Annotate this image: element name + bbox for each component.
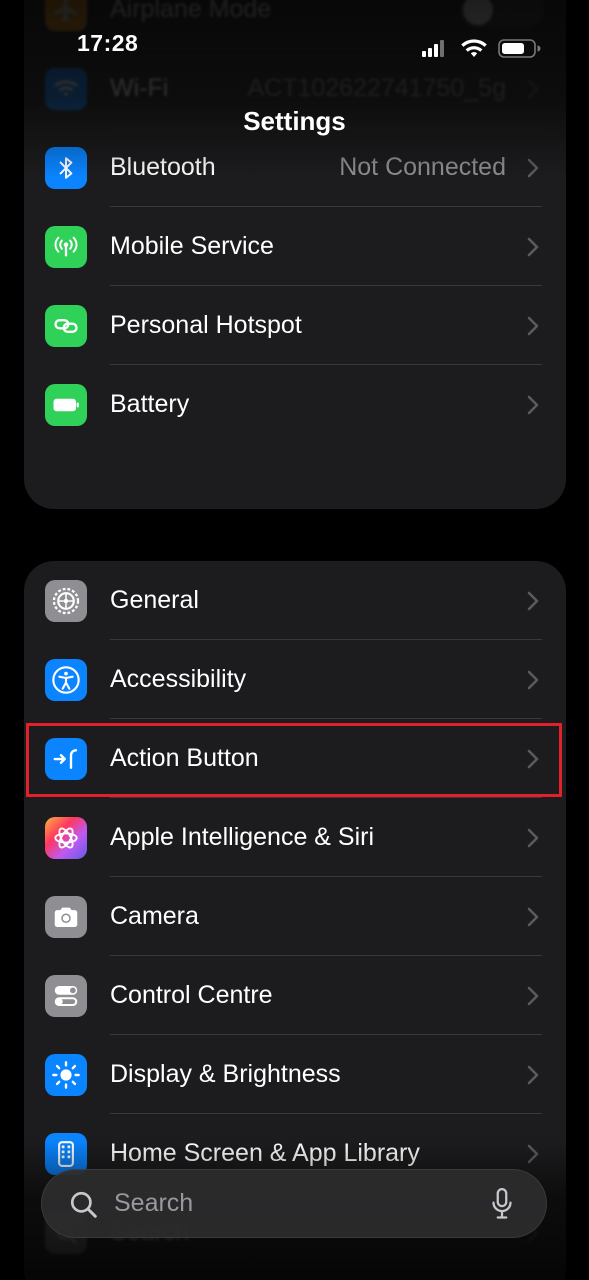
settings-row-label: Personal Hotspot	[110, 311, 302, 339]
settings-row-personal-hotspot[interactable]: Personal Hotspot	[24, 286, 566, 365]
chevron-right-icon	[527, 1144, 539, 1164]
wifi-status-icon	[461, 39, 487, 57]
microphone-icon[interactable]	[490, 1187, 514, 1221]
sun-icon	[45, 1054, 87, 1096]
airplane-icon	[45, 0, 87, 31]
settings-row-label: Display & Brightness	[110, 1060, 341, 1088]
battery-status-icon	[498, 39, 541, 58]
settings-row-control-centre[interactable]: Control Centre	[24, 956, 566, 1035]
toggles-icon	[45, 975, 87, 1017]
settings-row-display-brightness[interactable]: Display & Brightness	[24, 1035, 566, 1114]
chevron-right-icon	[527, 907, 539, 927]
airplane-mode-toggle[interactable]	[460, 0, 544, 28]
settings-row-camera[interactable]: Camera	[24, 877, 566, 956]
settings-screen: Airplane Mode Wi-Fi ACT102622741750_5g B…	[0, 0, 589, 1280]
camera-icon	[45, 896, 87, 938]
search-input[interactable]: Search	[114, 1170, 193, 1237]
settings-row-label: Camera	[110, 902, 199, 930]
chevron-right-icon	[527, 158, 539, 178]
wifi-icon	[45, 68, 87, 110]
chevron-right-icon	[527, 986, 539, 1006]
hotspot-link-icon	[45, 305, 87, 347]
chevron-right-icon	[527, 316, 539, 336]
chevron-right-icon	[527, 237, 539, 257]
settings-row-general[interactable]: General	[24, 561, 566, 640]
antenna-icon	[45, 226, 87, 268]
siri-icon	[45, 817, 87, 859]
chevron-right-icon	[527, 828, 539, 848]
gear-icon	[45, 580, 87, 622]
settings-row-label: Battery	[110, 390, 190, 418]
settings-row-label: Apple Intelligence & Siri	[110, 823, 375, 851]
battery-icon	[45, 384, 87, 426]
cellular-signal-icon	[422, 40, 444, 57]
settings-row-label: Mobile Service	[110, 232, 274, 260]
chevron-right-icon	[527, 79, 539, 99]
connectivity-group: Airplane Mode Wi-Fi ACT102622741750_5g B…	[24, 0, 566, 509]
settings-row-label: Control Centre	[110, 981, 273, 1009]
search-bar[interactable]: Search	[41, 1169, 547, 1238]
bluetooth-icon	[45, 147, 87, 189]
chevron-right-icon	[527, 395, 539, 415]
chevron-right-icon	[527, 670, 539, 690]
settings-row-label: General	[110, 586, 199, 614]
settings-row-apple-intelligence-siri[interactable]: Apple Intelligence & Siri	[24, 798, 566, 877]
status-icons	[420, 36, 542, 60]
search-icon	[70, 1191, 97, 1218]
settings-row-value: Not Connected	[339, 153, 506, 181]
settings-row-label: Accessibility	[110, 665, 247, 693]
chevron-right-icon	[527, 1065, 539, 1085]
chevron-right-icon	[527, 591, 539, 611]
settings-row-label: Bluetooth	[110, 153, 216, 181]
settings-row-mobile-service[interactable]: Mobile Service	[24, 207, 566, 286]
settings-row-bluetooth[interactable]: Bluetooth Not Connected	[24, 128, 566, 207]
settings-row-accessibility[interactable]: Accessibility	[24, 640, 566, 719]
action-button-highlight-box	[26, 723, 562, 797]
settings-row-battery[interactable]: Battery	[24, 365, 566, 444]
status-time: 17:28	[77, 30, 139, 56]
accessibility-icon	[45, 659, 87, 701]
page-title: Settings	[243, 106, 346, 136]
